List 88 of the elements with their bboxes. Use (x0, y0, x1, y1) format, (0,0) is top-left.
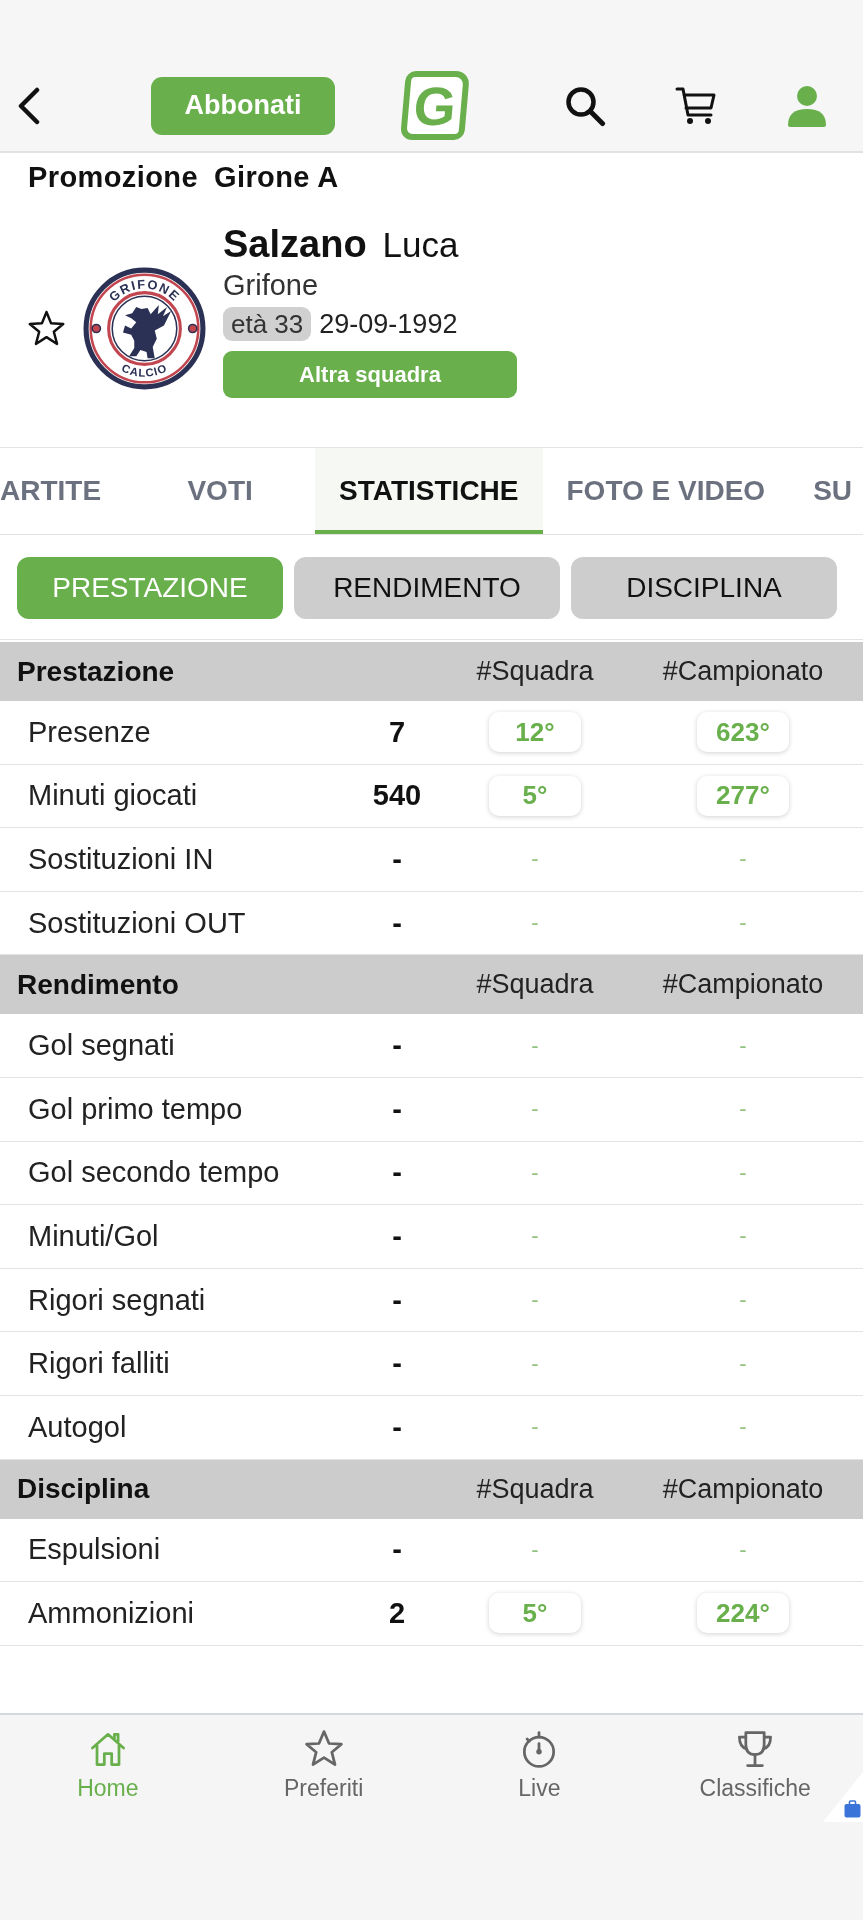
player-surname: Salzano (223, 222, 367, 266)
birth-date: 29-09-1992 (319, 308, 458, 340)
stat-label: Minuti giocati (27, 779, 198, 813)
rank-value: - (739, 1350, 747, 1377)
stat-value: 540 (372, 779, 422, 813)
rank-value: - (531, 1032, 539, 1059)
tab[interactable]: SU (789, 448, 853, 534)
filter-button[interactable]: PRESTAZIONE (17, 557, 283, 619)
stat-label: Gol segnati (27, 1029, 175, 1063)
stat-value: - (392, 1533, 402, 1567)
player-first-name: Luca (382, 224, 459, 266)
rank-value: - (739, 910, 747, 937)
tab[interactable]: FOTO E VIDEO (542, 448, 790, 534)
filter-button[interactable]: DISCIPLINA (571, 557, 837, 619)
tab[interactable]: ARTITE (0, 448, 126, 534)
section-title: Disciplina (16, 1473, 150, 1506)
stat-value: - (392, 843, 402, 876)
rank-badge: 5° (489, 1593, 581, 1634)
rank-value: - (739, 1536, 747, 1563)
stat-label: Presenze (27, 715, 151, 749)
stat-label: Sostituzioni OUT (27, 906, 246, 940)
stat-value: 7 (388, 715, 406, 749)
stat-value: - (392, 1410, 402, 1444)
briefcase-icon (844, 1800, 861, 1818)
stat-value: - (392, 1219, 402, 1253)
search-icon[interactable] (564, 84, 606, 127)
other-team-button[interactable]: Altra squadra (223, 351, 517, 398)
rank-value: - (531, 846, 539, 873)
column-header: #Campionato (662, 969, 824, 1001)
column-header: #Squadra (476, 969, 594, 1001)
league-name: Promozione (28, 160, 198, 195)
stat-label: Espulsioni (27, 1533, 161, 1567)
stat-label: Gol secondo tempo (27, 1156, 280, 1190)
rank-badge: 277° (697, 775, 789, 816)
stat-value: - (392, 906, 402, 940)
section-title: Rendimento (16, 968, 179, 1001)
rank-badge: 5° (489, 775, 581, 816)
group-name: Girone A (213, 160, 339, 195)
stat-label: Rigori segnati (27, 1283, 206, 1317)
column-header: #Squadra (476, 656, 594, 687)
rank-value: - (739, 1287, 747, 1314)
stat-value: - (392, 1092, 402, 1126)
stat-value: - (392, 1029, 402, 1063)
back-icon[interactable] (17, 86, 41, 125)
crest-text: CALCIO (119, 361, 170, 379)
tab[interactable]: VOTI (125, 448, 316, 534)
rank-value: - (531, 910, 539, 937)
rank-value: - (739, 1159, 747, 1186)
stat-value: - (392, 1156, 402, 1190)
stat-label: Minuti/Gol (27, 1219, 159, 1253)
stat-value: - (392, 1283, 402, 1317)
cart-icon[interactable] (675, 85, 717, 126)
star-icon[interactable] (27, 309, 66, 348)
nav-item[interactable]: Classifiche (699, 1727, 811, 1802)
app-logo: G (400, 71, 470, 140)
rank-value: - (531, 1223, 539, 1250)
rank-value: - (739, 1223, 747, 1250)
age-badge: età 33 (223, 307, 312, 341)
rank-value: - (531, 1536, 539, 1563)
subscribe-button[interactable]: Abbonati (151, 76, 335, 135)
rank-badge: 623° (697, 712, 789, 753)
column-header: #Squadra (476, 1473, 594, 1505)
rank-value: - (531, 1287, 539, 1314)
column-header: #Campionato (662, 656, 824, 687)
team-name: Grifone (223, 268, 319, 303)
rank-value: - (739, 846, 747, 873)
rank-value: - (531, 1350, 539, 1377)
rank-badge: 224° (697, 1593, 789, 1634)
rank-badge: 12° (489, 712, 581, 753)
rank-value: - (531, 1159, 539, 1186)
stat-label: Rigori falliti (27, 1347, 170, 1381)
section-title: Prestazione (16, 655, 175, 688)
filter-button[interactable]: RENDIMENTO (294, 557, 560, 619)
rank-value: - (739, 1096, 747, 1123)
stat-label: Sostituzioni IN (27, 843, 214, 876)
nav-item[interactable]: Preferiti (284, 1727, 364, 1802)
stat-label: Ammonizioni (27, 1596, 194, 1630)
rank-value: - (739, 1032, 747, 1059)
column-header: #Campionato (662, 1473, 824, 1505)
rank-value: - (531, 1414, 539, 1441)
rank-value: - (531, 1096, 539, 1123)
stat-label: Gol primo tempo (27, 1092, 243, 1126)
tab[interactable]: STATISTICHE (315, 448, 543, 534)
nav-item[interactable]: Live (517, 1727, 562, 1802)
stat-value: - (392, 1347, 402, 1381)
stat-value: 2 (388, 1596, 406, 1630)
rank-value: - (739, 1414, 747, 1441)
stat-label: Autogol (27, 1410, 127, 1444)
